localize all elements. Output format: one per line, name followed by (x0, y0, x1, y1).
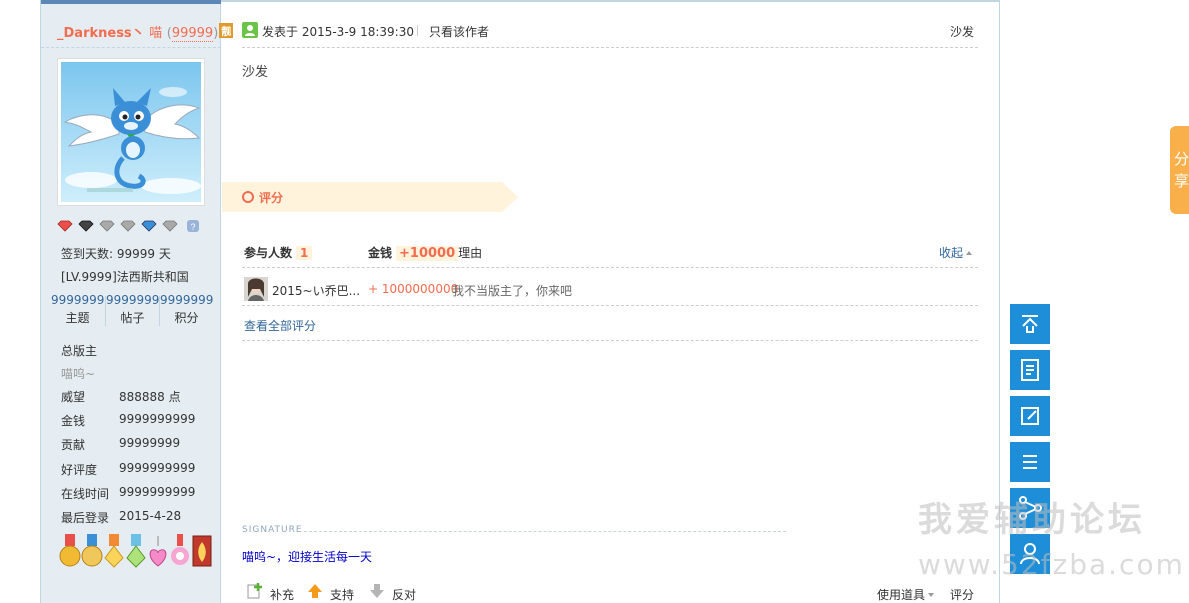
user-group[interactable]: 总版主 (61, 342, 97, 359)
floor-number[interactable]: 沙发 (950, 23, 974, 40)
fire-medal-icon[interactable] (191, 534, 213, 568)
count-threads[interactable]: 9999999 主题 (51, 292, 104, 328)
username-suffix: 喵 (149, 26, 163, 41)
blue-medal-icon[interactable] (81, 534, 103, 568)
gray-gem-icon (120, 220, 136, 232)
add-note-icon (247, 583, 262, 599)
rating-participants: 参与人数 1 (244, 244, 313, 261)
return-list-button[interactable] (1010, 350, 1050, 390)
user-level[interactable]: [LV.9999]法西斯共和国 (61, 268, 189, 285)
rate-post-link[interactable]: 评分 (950, 586, 974, 603)
rating-collapse-toggle[interactable]: 收起 (939, 244, 972, 261)
chevron-down-icon (928, 593, 934, 597)
custom-title: 喵呜~ (61, 367, 96, 381)
rating-header: 参与人数 1 金钱 +10000 理由 收起 (242, 238, 978, 268)
back-to-top-button[interactable] (1010, 304, 1050, 344)
user-counts: 9999999 主题 9999999 帖子 9999999 积分 (51, 292, 215, 330)
thumb-down-arrow-icon (370, 584, 384, 598)
site-watermark: 我爱辅助论坛 (918, 500, 1146, 540)
count-posts[interactable]: 9999999 帖子 (106, 292, 159, 328)
only-author-link[interactable]: 只看该作者 (429, 23, 489, 40)
post-actions: 补充 支持 反对 使用道具 评分 (242, 579, 978, 603)
document-icon (1021, 359, 1039, 381)
reply-button[interactable] (1010, 396, 1050, 436)
menu-button[interactable] (1010, 442, 1050, 482)
edit-icon (1021, 407, 1039, 425)
post-body: 沙发 (242, 65, 269, 80)
chevron-up-icon (966, 251, 972, 255)
heart-medal-icon[interactable] (147, 534, 169, 568)
orange-medal-icon[interactable] (103, 534, 125, 568)
happy-cat-avatar-image (61, 62, 201, 202)
black-gem-icon (78, 220, 94, 232)
signature-text: 喵呜~，迎接生活每一天 (242, 550, 373, 564)
menu-icon (1023, 455, 1037, 469)
signature-divider (304, 531, 786, 532)
rating-row: 2015~い乔巴... + 1000000000 我不当版主了，你来吧 (242, 272, 978, 306)
post-content-area: 发表于 2015-3-9 18:39:30 只看该作者 沙发 沙发 评分 参与人… (222, 4, 999, 603)
view-all-ratings-link[interactable]: 查看全部评分 (244, 317, 316, 334)
help-icon[interactable]: ? (185, 220, 201, 232)
post-meta: 发表于 2015-3-9 18:39:30 只看该作者 沙发 (242, 10, 978, 48)
site-watermark-url: www.52fzba.com (918, 548, 1185, 581)
rater-name[interactable]: 2015~い乔巴... (272, 282, 360, 299)
rating-title: 评分 (259, 191, 284, 205)
count-credits[interactable]: 9999999 积分 (160, 292, 213, 328)
post-time: 发表于 2015-3-9 18:39:30 (262, 25, 414, 39)
username-text[interactable]: _Darkness丶 (57, 26, 145, 41)
thumb-up-arrow-icon (308, 584, 322, 598)
user-id[interactable]: 99999 (171, 26, 214, 42)
author-profile: _Darkness丶 喵 (99999) 靓 ? 签到天数: 99999 天 [… (41, 4, 234, 603)
rating-amount: + 1000000000 (368, 282, 459, 296)
rating-money-total: 金钱 +10000 理由 (368, 246, 483, 261)
rating-reason: 我不当版主了，你来吧 (452, 284, 573, 298)
diamond-medal-icon[interactable] (125, 534, 147, 568)
red-gem-icon (57, 220, 73, 232)
use-tool-menu[interactable]: 使用道具 (877, 586, 934, 603)
svg-text:?: ? (190, 222, 195, 232)
signature-label: SIGNATURE (242, 525, 303, 535)
view-all-ratings-row: 查看全部评分 (242, 306, 978, 341)
back-to-top-icon (1022, 315, 1038, 333)
flower-medal-icon[interactable] (169, 534, 191, 568)
username[interactable]: _Darkness丶 喵 (99999) 靓 (57, 22, 234, 42)
rating-circle-icon (242, 191, 254, 203)
gold-medal-icon[interactable] (59, 534, 81, 568)
gray-gem-icon (99, 220, 115, 232)
sign-days: 签到天数: 99999 天 (61, 247, 171, 261)
share-tab[interactable]: 分享 (1170, 126, 1189, 214)
online-user-icon (242, 22, 258, 38)
blue-gem-icon (141, 220, 157, 232)
avatar[interactable] (57, 58, 205, 206)
username-row: _Darkness丶 喵 (99999) 靓 (41, 4, 234, 48)
rating-banner: 评分 (222, 182, 518, 212)
gray-gem-icon (162, 220, 178, 232)
rater-avatar[interactable] (244, 277, 268, 301)
